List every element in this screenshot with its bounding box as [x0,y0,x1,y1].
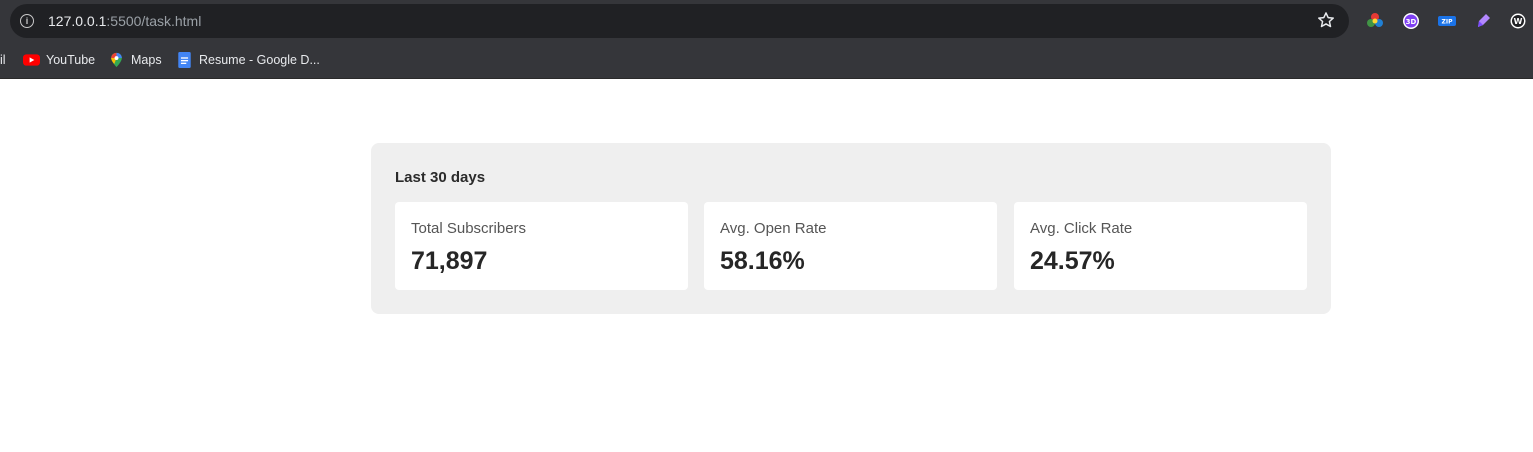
bookmark-label: YouTube [46,53,96,67]
stats-panel: Last 30 days Total Subscribers 71,897 Av… [371,143,1331,314]
bookmark-star-icon[interactable] [1316,10,1336,30]
url-host: 127.0.0.1 [48,13,107,29]
stat-value: 58.16% [720,247,805,275]
url-text[interactable]: 127.0.0.1:5500/task.html [48,13,201,29]
maps-pin-icon [111,52,122,68]
zip-icon[interactable]: ZIP [1437,11,1457,31]
url-path: :5500/task.html [106,13,202,29]
bookmarks-bar: il YouTube Maps Resume - Google D... [0,42,1533,78]
bookmark-gmail[interactable]: il [0,50,6,70]
stat-value: 24.57% [1030,247,1115,275]
bookmark-maps[interactable]: Maps [108,50,162,70]
stat-card-open-rate: Avg. Open Rate 58.16% [704,202,997,290]
address-bar[interactable]: i 127.0.0.1:5500/task.html [10,4,1349,38]
svg-text:W: W [1514,17,1523,26]
chrome-divider [0,78,1533,79]
pen-icon[interactable] [1473,11,1493,31]
browser-toolbar: i 127.0.0.1:5500/task.html 3D ZIP W [0,0,1533,42]
w-icon[interactable]: W [1508,11,1528,31]
bookmark-label: il [0,53,6,67]
bookmark-resume[interactable]: Resume - Google D... [176,50,320,70]
stat-value: 71,897 [411,247,488,275]
bookmark-label: Maps [131,53,162,67]
bookmark-label: Resume - Google D... [199,53,320,67]
youtube-icon [23,54,40,66]
bookmark-youtube[interactable]: YouTube [23,50,95,70]
stat-card-total-subscribers: Total Subscribers 71,897 [395,202,688,290]
stat-label: Total Subscribers [411,220,527,237]
svg-text:3D: 3D [1406,18,1417,26]
panel-title: Last 30 days [395,169,486,186]
svg-text:ZIP: ZIP [1442,19,1454,26]
stat-card-click-rate: Avg. Click Rate 24.57% [1014,202,1307,290]
3d-icon[interactable]: 3D [1401,11,1421,31]
site-info-icon[interactable]: i [20,14,34,28]
stat-label: Avg. Open Rate [720,220,827,237]
stat-label: Avg. Click Rate [1030,220,1133,237]
google-docs-icon [178,52,191,68]
browser-chrome: i 127.0.0.1:5500/task.html 3D ZIP W il Y… [0,0,1533,79]
color-wheel-icon[interactable] [1365,11,1385,31]
